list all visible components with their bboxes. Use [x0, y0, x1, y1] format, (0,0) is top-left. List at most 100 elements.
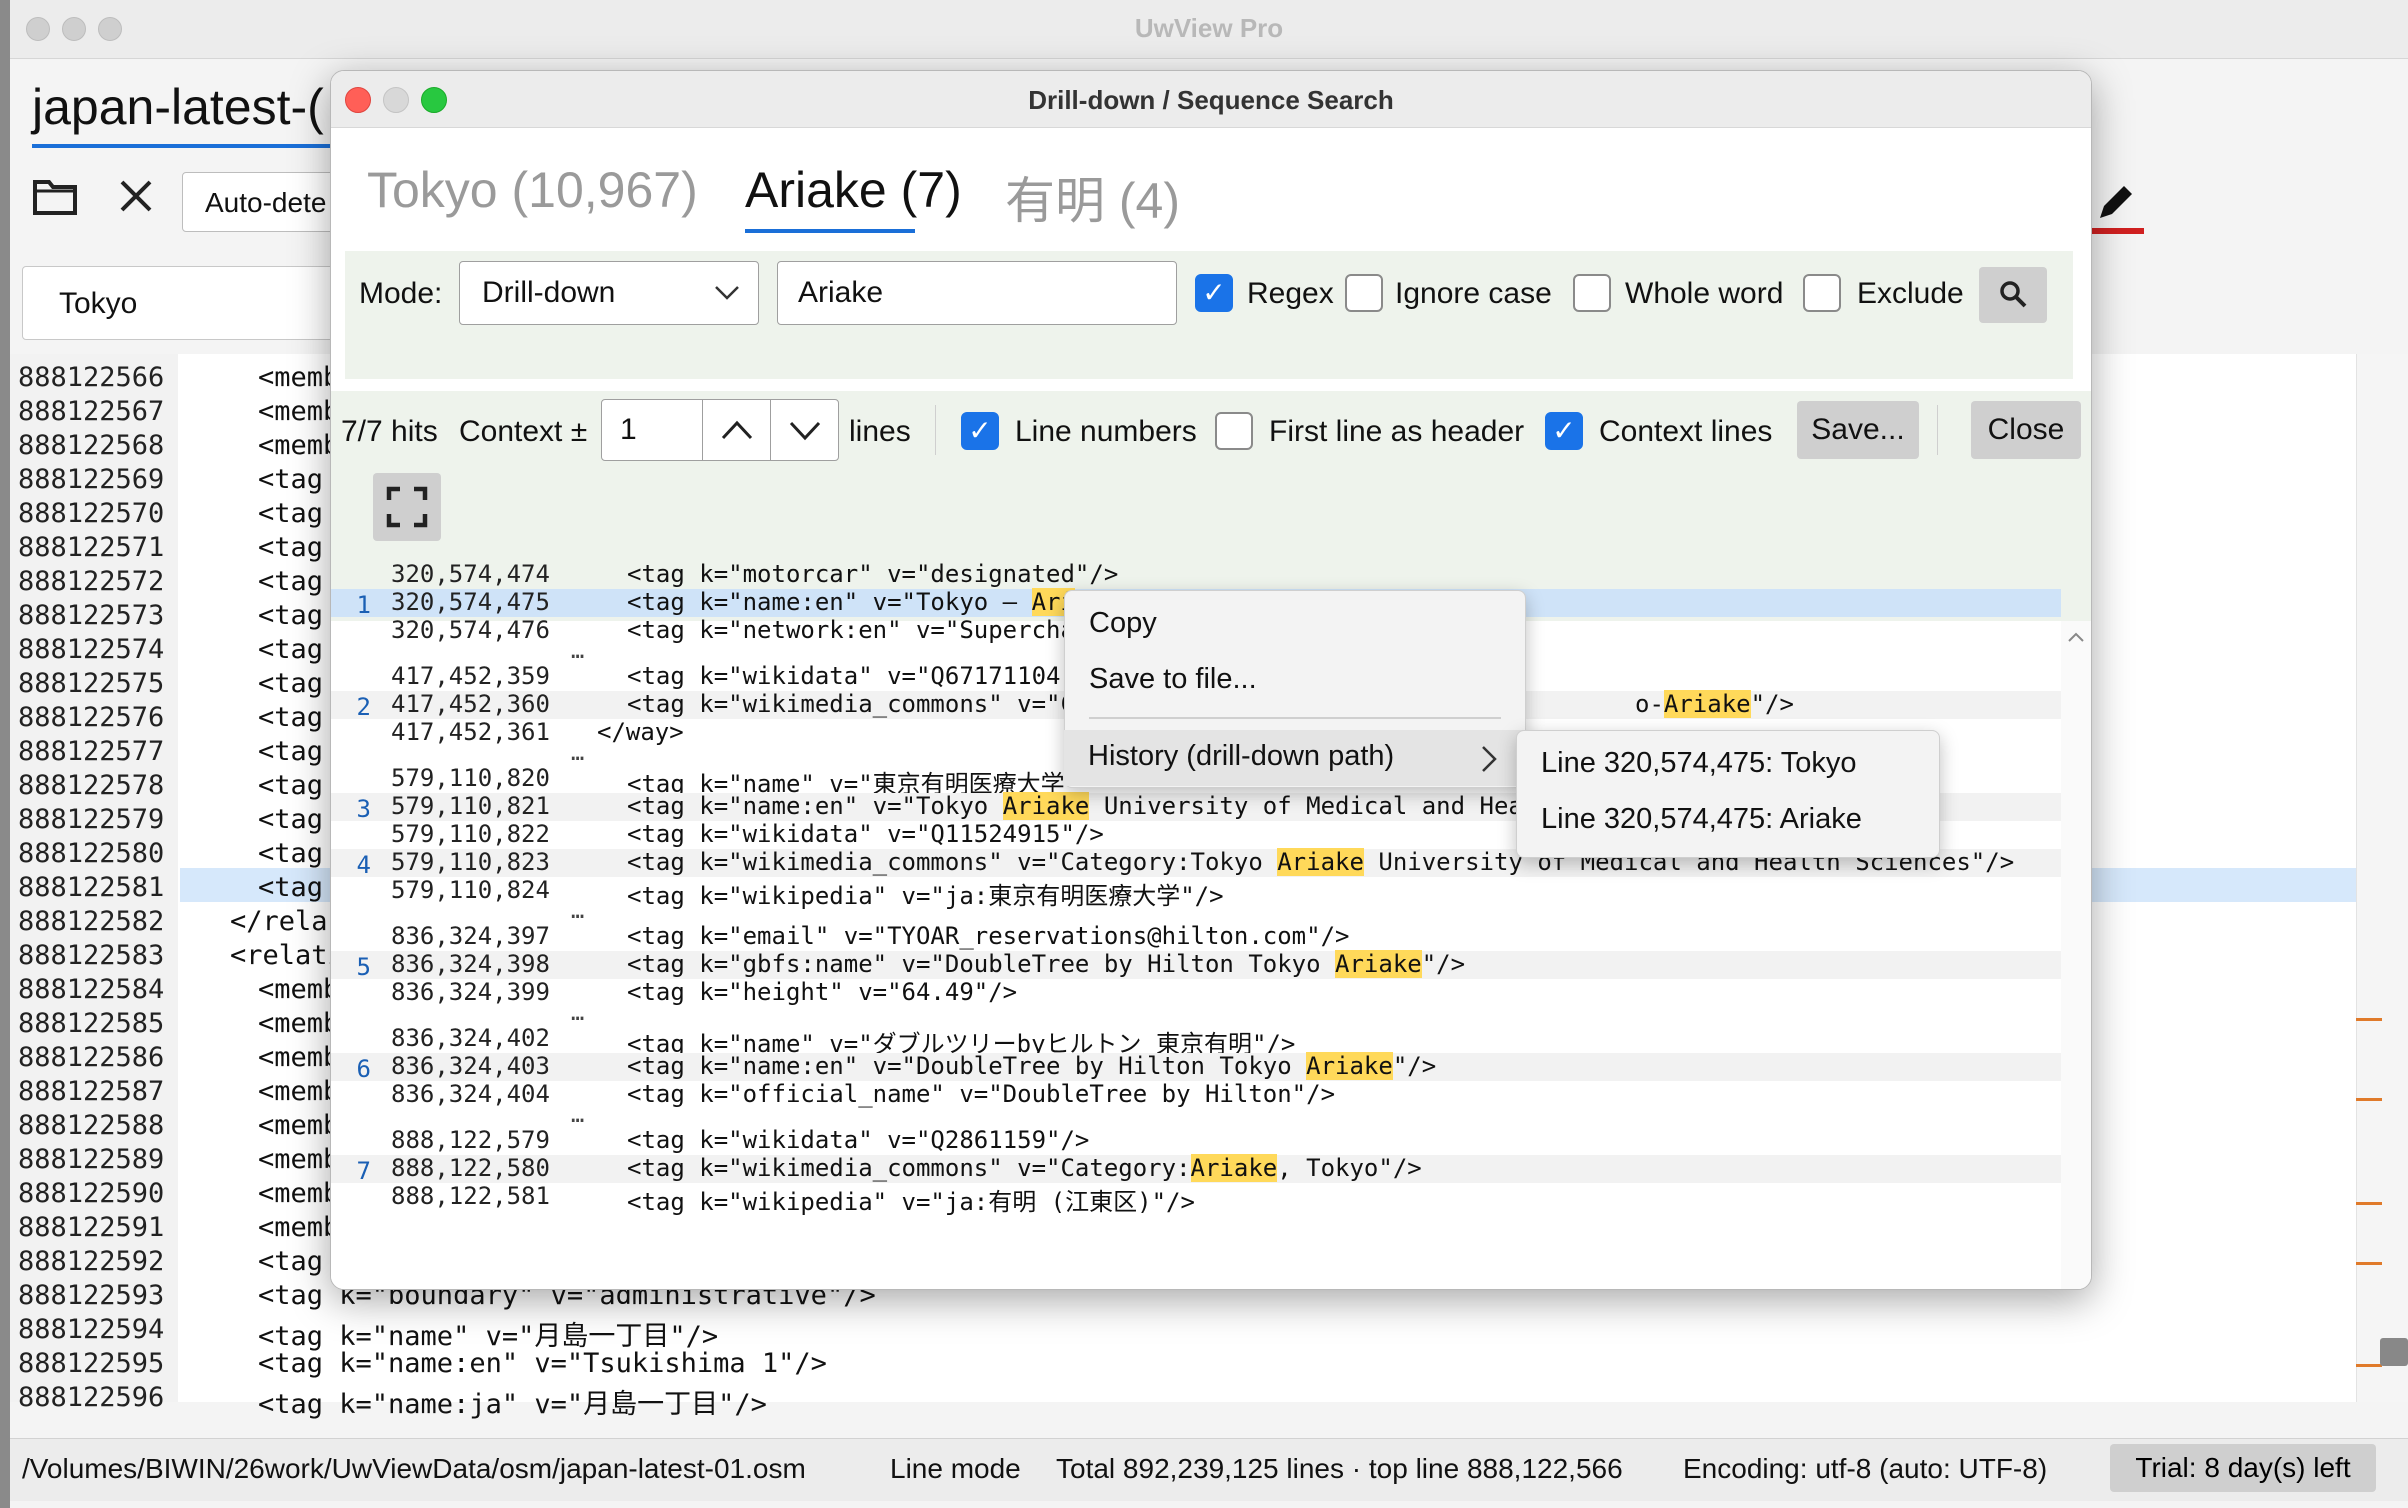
tail-pre: o-: [1635, 690, 1664, 718]
editor-line-text: <memb: [258, 362, 340, 393]
dialog-title: Drill-down / Sequence Search: [1028, 85, 1394, 115]
editor-line-text: <memb: [258, 1144, 340, 1175]
history-item[interactable]: Line 320,574,475: Ariake: [1541, 803, 1862, 836]
scroll-up-icon[interactable]: [2067, 631, 2085, 643]
result-text-pre: <tag k="wikidata" v="Q11524915"/>: [627, 820, 1104, 848]
close-file-icon[interactable]: [116, 176, 156, 227]
menu-item-copy[interactable]: Copy: [1089, 607, 1157, 640]
editor-line-text: <tag: [258, 702, 324, 733]
editor-line-number: 888122569: [18, 464, 165, 495]
hit-number: 3: [356, 795, 371, 823]
menu-item-history-label: History (drill-down path): [1088, 740, 1395, 772]
menu-item-save-to-file[interactable]: Save to file...: [1089, 663, 1257, 696]
main-title-bar: UwView Pro: [10, 0, 2408, 59]
chevron-right-icon: [1482, 746, 1497, 772]
tab-tokyo[interactable]: Tokyo (10,967): [367, 161, 698, 219]
whole-word-label[interactable]: Whole word: [1625, 277, 1783, 311]
tab-ariake[interactable]: Ariake (7): [745, 161, 962, 219]
open-folder-icon[interactable]: [32, 176, 78, 227]
scroll-thumb[interactable]: [2380, 1338, 2408, 1366]
editor-line-number: 888122574: [18, 634, 165, 665]
editor-line-number: 888122570: [18, 498, 165, 529]
result-text: <tag k="wikidata" v="Q11524915"/>: [627, 820, 1104, 848]
editor-line-number: 888122581: [18, 872, 165, 903]
result-line-number: 888,122,581: [391, 1182, 550, 1210]
regex-label[interactable]: Regex: [1247, 277, 1334, 311]
result-text-pre: <tag k="name:en" v="Tokyo –: [627, 588, 1032, 616]
ignore-case-checkbox[interactable]: [1345, 274, 1383, 312]
exclude-checkbox[interactable]: [1803, 274, 1841, 312]
result-text-pre: <tag k="network:en" v="Supercha: [627, 616, 1075, 644]
pencil-color-bar: [2088, 228, 2144, 234]
context-lines-label[interactable]: Context lines: [1599, 415, 1772, 449]
editor-line-text: <memb: [258, 974, 340, 1005]
editor-line-text: <tag: [258, 566, 324, 597]
result-row[interactable]: 6 836,324,403 <tag k="name:en" v="DoubleTr…: [331, 1052, 2061, 1083]
increment-icon[interactable]: [720, 418, 754, 442]
result-text-pre: <tag k="motorcar" v="designated"/>: [627, 560, 1119, 588]
tab-ariake-jp[interactable]: 有明 (4): [1005, 161, 1180, 233]
result-text: <tag k="wikipedia" v="ja:有明 (江東区)"/>: [627, 1182, 1195, 1217]
result-text-pre: <tag k="name:en" v="DoubleTree by Hilton…: [627, 1052, 1307, 1080]
result-row[interactable]: 579,110,824 <tag k="wikipedia" v="ja:東京有明…: [331, 876, 2061, 910]
editor-line-text: <tag k="name:en" v="Tsukishima 1"/>: [258, 1348, 827, 1379]
trial-badge[interactable]: Trial: 8 day(s) left: [2110, 1444, 2376, 1492]
result-row[interactable]: 836,324,399 <tag k="height" v="64.49"/>: [331, 978, 2061, 1007]
context-stepper[interactable]: 1: [601, 399, 839, 461]
result-row[interactable]: 836,324,402 <tag k="name" v="ダブルツリーbyヒルトン…: [331, 1024, 2061, 1058]
editor-line-number: 888122595: [18, 1348, 165, 1379]
group-ellipsis: …: [571, 741, 585, 766]
result-text-post: University of Medical and Hea: [1089, 792, 1523, 820]
exclude-label[interactable]: Exclude: [1857, 277, 1964, 311]
hits-count: 7/7 hits: [341, 415, 438, 448]
document-tab[interactable]: japan-latest-(: [32, 78, 324, 136]
regex-checkbox[interactable]: ✓: [1195, 274, 1233, 312]
tail-match: Ariake: [1663, 690, 1751, 718]
first-line-header-label[interactable]: First line as header: [1269, 415, 1524, 449]
editor-line-text: <relati: [230, 940, 344, 971]
result-row[interactable]: 320,574,474 <tag k="motorcar" v="designat…: [331, 560, 2061, 589]
dialog-title-bar: Drill-down / Sequence Search: [331, 71, 2091, 128]
editor-line-number: 888122575: [18, 668, 165, 699]
menu-item-history[interactable]: History (drill-down path): [1064, 730, 1524, 786]
result-row[interactable]: 836,324,404 <tag k="official_name" v="Dou…: [331, 1080, 2061, 1109]
main-search-input[interactable]: Tokyo: [22, 266, 342, 340]
group-ellipsis: …: [571, 1103, 585, 1128]
result-row[interactable]: 888,122,579 <tag k="wikidata" v="Q2861159…: [331, 1126, 2061, 1155]
encoding-select[interactable]: Auto-dete: [182, 172, 342, 232]
ignore-case-label[interactable]: Ignore case: [1395, 277, 1552, 311]
editor-line-number: 888122573: [18, 600, 165, 631]
group-ellipsis: …: [571, 899, 585, 924]
save-button[interactable]: Save...: [1797, 401, 1919, 459]
whole-word-checkbox[interactable]: [1573, 274, 1611, 312]
editor-line-text: <memb: [258, 1042, 340, 1073]
context-lines-checkbox[interactable]: ✓: [1545, 412, 1583, 450]
editor-line-text: <tag: [258, 668, 324, 699]
first-line-header-checkbox[interactable]: [1215, 412, 1253, 450]
result-text-pre: <tag k="wikidata" v="Q2861159"/>: [627, 1126, 1090, 1154]
editor-line-text: <tag: [258, 464, 324, 495]
history-item[interactable]: Line 320,574,475: Tokyo: [1541, 747, 1857, 780]
results-vertical-scrollbar[interactable]: [2061, 621, 2091, 1289]
context-value: 1: [620, 413, 637, 446]
result-row[interactable]: 5 836,324,398 <tag k="gbfs:name" v="Double…: [331, 950, 2061, 981]
mode-select[interactable]: Drill-down: [459, 261, 759, 325]
group-ellipsis: …: [571, 1001, 585, 1026]
result-row[interactable]: 888,122,581 <tag k="wikipedia" v="ja:有明 (…: [331, 1182, 2061, 1216]
result-text-pre: <tag k="official_name" v="DoubleTree by …: [627, 1080, 1336, 1108]
decrement-icon[interactable]: [788, 418, 822, 442]
result-text: <tag k="name:en" v="Tokyo – Ari: [627, 588, 1075, 616]
close-button[interactable]: Close: [1971, 401, 2081, 459]
fullscreen-button[interactable]: [373, 473, 441, 541]
result-row[interactable]: 836,324,397 <tag k="email" v="TYOAR_reser…: [331, 922, 2061, 951]
editor-line-text: </rela: [230, 906, 328, 937]
line-numbers-checkbox[interactable]: ✓: [961, 412, 999, 450]
search-button[interactable]: [1979, 267, 2047, 323]
result-row[interactable]: 7 888,122,580 <tag k="wikimedia_commons" v…: [331, 1154, 2061, 1185]
result-line-number: 579,110,823: [391, 848, 550, 876]
editor-vertical-scrollbar[interactable]: [2356, 354, 2408, 1402]
editor-line-number: 888122566: [18, 362, 165, 393]
editor-line-text: <memb: [258, 430, 340, 461]
query-input[interactable]: Ariake: [777, 261, 1177, 325]
line-numbers-label[interactable]: Line numbers: [1015, 415, 1197, 449]
